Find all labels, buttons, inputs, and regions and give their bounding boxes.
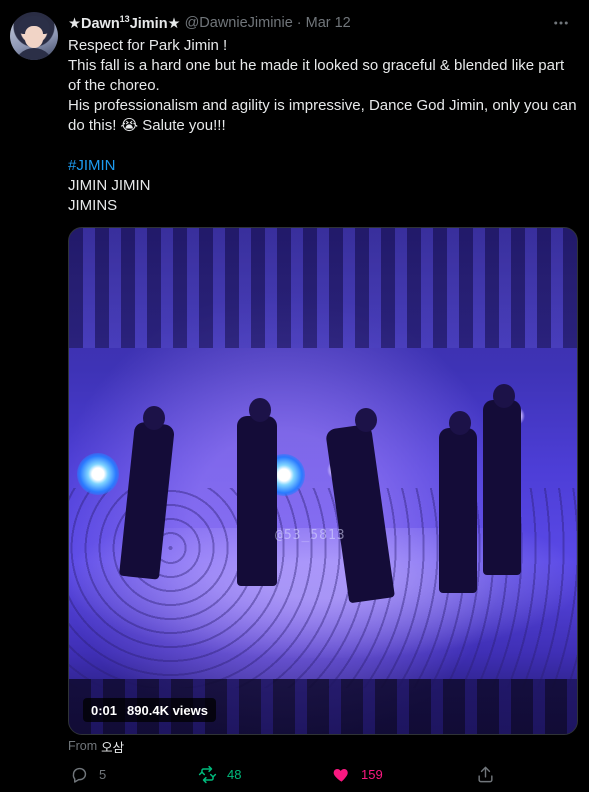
video-frame: @53_5813 (69, 228, 577, 734)
retweet-count: 48 (227, 766, 242, 782)
video-time: 0:01 (91, 702, 118, 718)
like-button[interactable]: 159 (332, 762, 383, 786)
author-name-part1: ★Dawn (68, 15, 120, 32)
tweet-text-line: JIMIN JIMIN (68, 177, 151, 194)
video-crowd (69, 228, 577, 348)
video-views: 890.4K views (127, 702, 208, 718)
avatar[interactable] (10, 12, 58, 60)
tweet-actions: 5 48 159 (66, 762, 576, 786)
author-name-part2: Jimin★ (129, 15, 181, 32)
top-border (0, 0, 589, 6)
reply-count: 5 (99, 766, 107, 782)
heart-icon (332, 765, 351, 784)
tweet-header: ★Dawn13Jimin★ @DawnieJiminie · Mar 12 (68, 13, 351, 33)
tweet-text-line: Respect for Park Jimin ! (68, 37, 228, 54)
like-count: 159 (361, 766, 383, 782)
tweet-text-line: His professionalism and agility is impre… (68, 97, 577, 134)
tweet-text-line: JIMINS (68, 197, 118, 214)
author-name-sup: 13 (119, 14, 130, 25)
hashtag-link[interactable]: #JIMIN (68, 156, 580, 176)
share-icon (476, 765, 495, 784)
avatar-face (25, 26, 43, 48)
dancer-head (249, 398, 271, 422)
dancer-figure (483, 400, 521, 575)
share-button[interactable] (476, 762, 495, 786)
reply-icon (70, 765, 89, 784)
tweet-body: Respect for Park Jimin ! This fall is a … (68, 36, 580, 216)
source-prefix: From (68, 739, 98, 753)
dancer-head (143, 406, 165, 430)
author-handle[interactable]: @DawnieJiminie (185, 15, 293, 31)
stage-light (77, 453, 119, 495)
dancer-head (355, 408, 377, 432)
video-watermark: @53_5813 (275, 528, 346, 543)
dancer-figure (237, 416, 277, 586)
dancer-head (493, 384, 515, 408)
source-attribution: From 오삼 (68, 737, 124, 755)
video-player[interactable]: @53_5813 0:01 890.4K views (68, 227, 578, 735)
dancer-head (449, 411, 471, 435)
tweet-date[interactable]: Mar 12 (306, 15, 351, 31)
retweet-icon (198, 765, 217, 784)
more-horizontal-icon[interactable] (548, 12, 574, 34)
author-name[interactable]: ★Dawn13Jimin★ (68, 14, 181, 32)
separator-dot: · (296, 15, 302, 31)
tweet-text-line: This fall is a hard one but he made it l… (68, 57, 565, 94)
source-name[interactable]: 오삼 (101, 737, 124, 756)
avatar-shoulder (14, 48, 54, 60)
retweet-button[interactable]: 48 (198, 762, 241, 786)
dancer-figure (439, 428, 477, 593)
reply-button[interactable]: 5 (70, 762, 106, 786)
video-stats-overlay: 0:01 890.4K views (83, 698, 216, 722)
